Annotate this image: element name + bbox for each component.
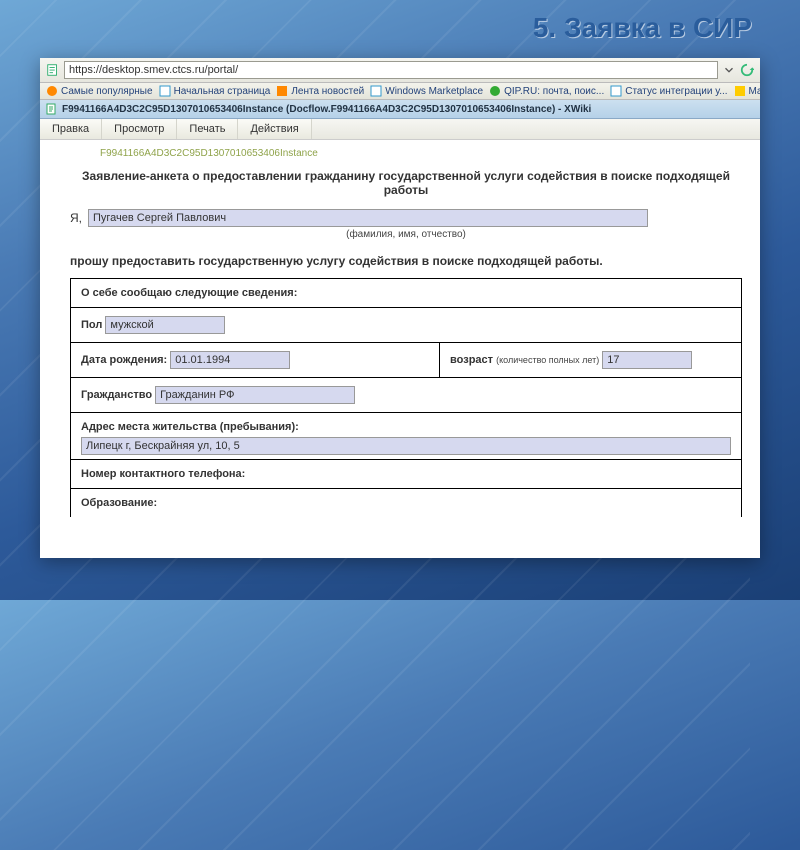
page-content: F9941166A4D3C2C95D1307010653406Instance … (40, 140, 760, 558)
bookmark-item[interactable]: Лента новостей (276, 85, 364, 97)
bookmark-item[interactable]: Mail AT (734, 85, 760, 97)
menu-view[interactable]: Просмотр (102, 119, 177, 139)
bookmark-item[interactable]: Самые популярные (46, 85, 153, 97)
window-titlebar: F9941166A4D3C2C95D1307010653406Instance … (40, 100, 760, 119)
gender-label: Пол (81, 319, 102, 331)
bookmark-item[interactable]: Windows Marketplace (370, 85, 483, 97)
slide-title: 5. Заявка в СИР (533, 12, 752, 44)
form-table: О себе сообщаю следующие сведения: Пол Д… (70, 278, 742, 517)
about-header: О себе сообщаю следующие сведения: (71, 279, 742, 308)
bookmark-label: Самые популярные (61, 86, 153, 97)
menu-actions[interactable]: Действия (238, 119, 311, 139)
address-field[interactable] (81, 437, 731, 455)
fio-caption: (фамилия, имя, отчество) (70, 229, 742, 240)
url-input[interactable] (64, 61, 718, 79)
bookmark-label: Статус интеграции у... (625, 86, 727, 97)
instance-label: F9941166A4D3C2C95D1307010653406Instance (100, 148, 742, 159)
dob-label: Дата рождения: (81, 354, 167, 366)
label-i: Я, (70, 211, 82, 225)
menu-edit[interactable]: Правка (40, 119, 102, 139)
address-label: Адрес места жительства (пребывания): (81, 421, 731, 433)
refresh-icon[interactable] (740, 63, 754, 77)
page-icon (46, 63, 60, 77)
fio-field[interactable] (88, 209, 648, 227)
document-icon (46, 103, 58, 115)
citizenship-field[interactable] (155, 386, 355, 404)
phone-label: Номер контактного телефона: (71, 460, 742, 489)
address-bar (40, 58, 760, 83)
bookmark-label: Windows Marketplace (385, 86, 483, 97)
education-label: Образование: (71, 489, 742, 518)
citizenship-label: Гражданство (81, 389, 152, 401)
bookmark-item[interactable]: Начальная страница (159, 85, 271, 97)
menu-bar: Правка Просмотр Печать Действия (40, 119, 760, 140)
bookmark-label: Mail AT (749, 86, 760, 97)
dropdown-icon[interactable] (722, 63, 736, 77)
form-title: Заявление-анкета о предоставлении гражда… (70, 169, 742, 197)
bookmark-label: QIP.RU: почта, поис... (504, 86, 604, 97)
age-label: возраст (450, 354, 493, 366)
request-text: прошу предоставить государственную услуг… (70, 254, 742, 268)
bookmark-label: Лента новостей (291, 86, 364, 97)
age-note: (количество полных лет) (496, 355, 599, 365)
dob-field[interactable] (170, 351, 290, 369)
gender-field[interactable] (105, 316, 225, 334)
age-field[interactable] (602, 351, 692, 369)
bookmark-item[interactable]: Статус интеграции у... (610, 85, 727, 97)
bookmark-item[interactable]: QIP.RU: почта, поис... (489, 85, 604, 97)
menu-print[interactable]: Печать (177, 119, 238, 139)
window-title: F9941166A4D3C2C95D1307010653406Instance … (62, 104, 591, 115)
browser-window: Самые популярные Начальная страница Лент… (40, 58, 760, 558)
bookmark-label: Начальная страница (174, 86, 271, 97)
bookmarks-bar: Самые популярные Начальная страница Лент… (40, 83, 760, 100)
